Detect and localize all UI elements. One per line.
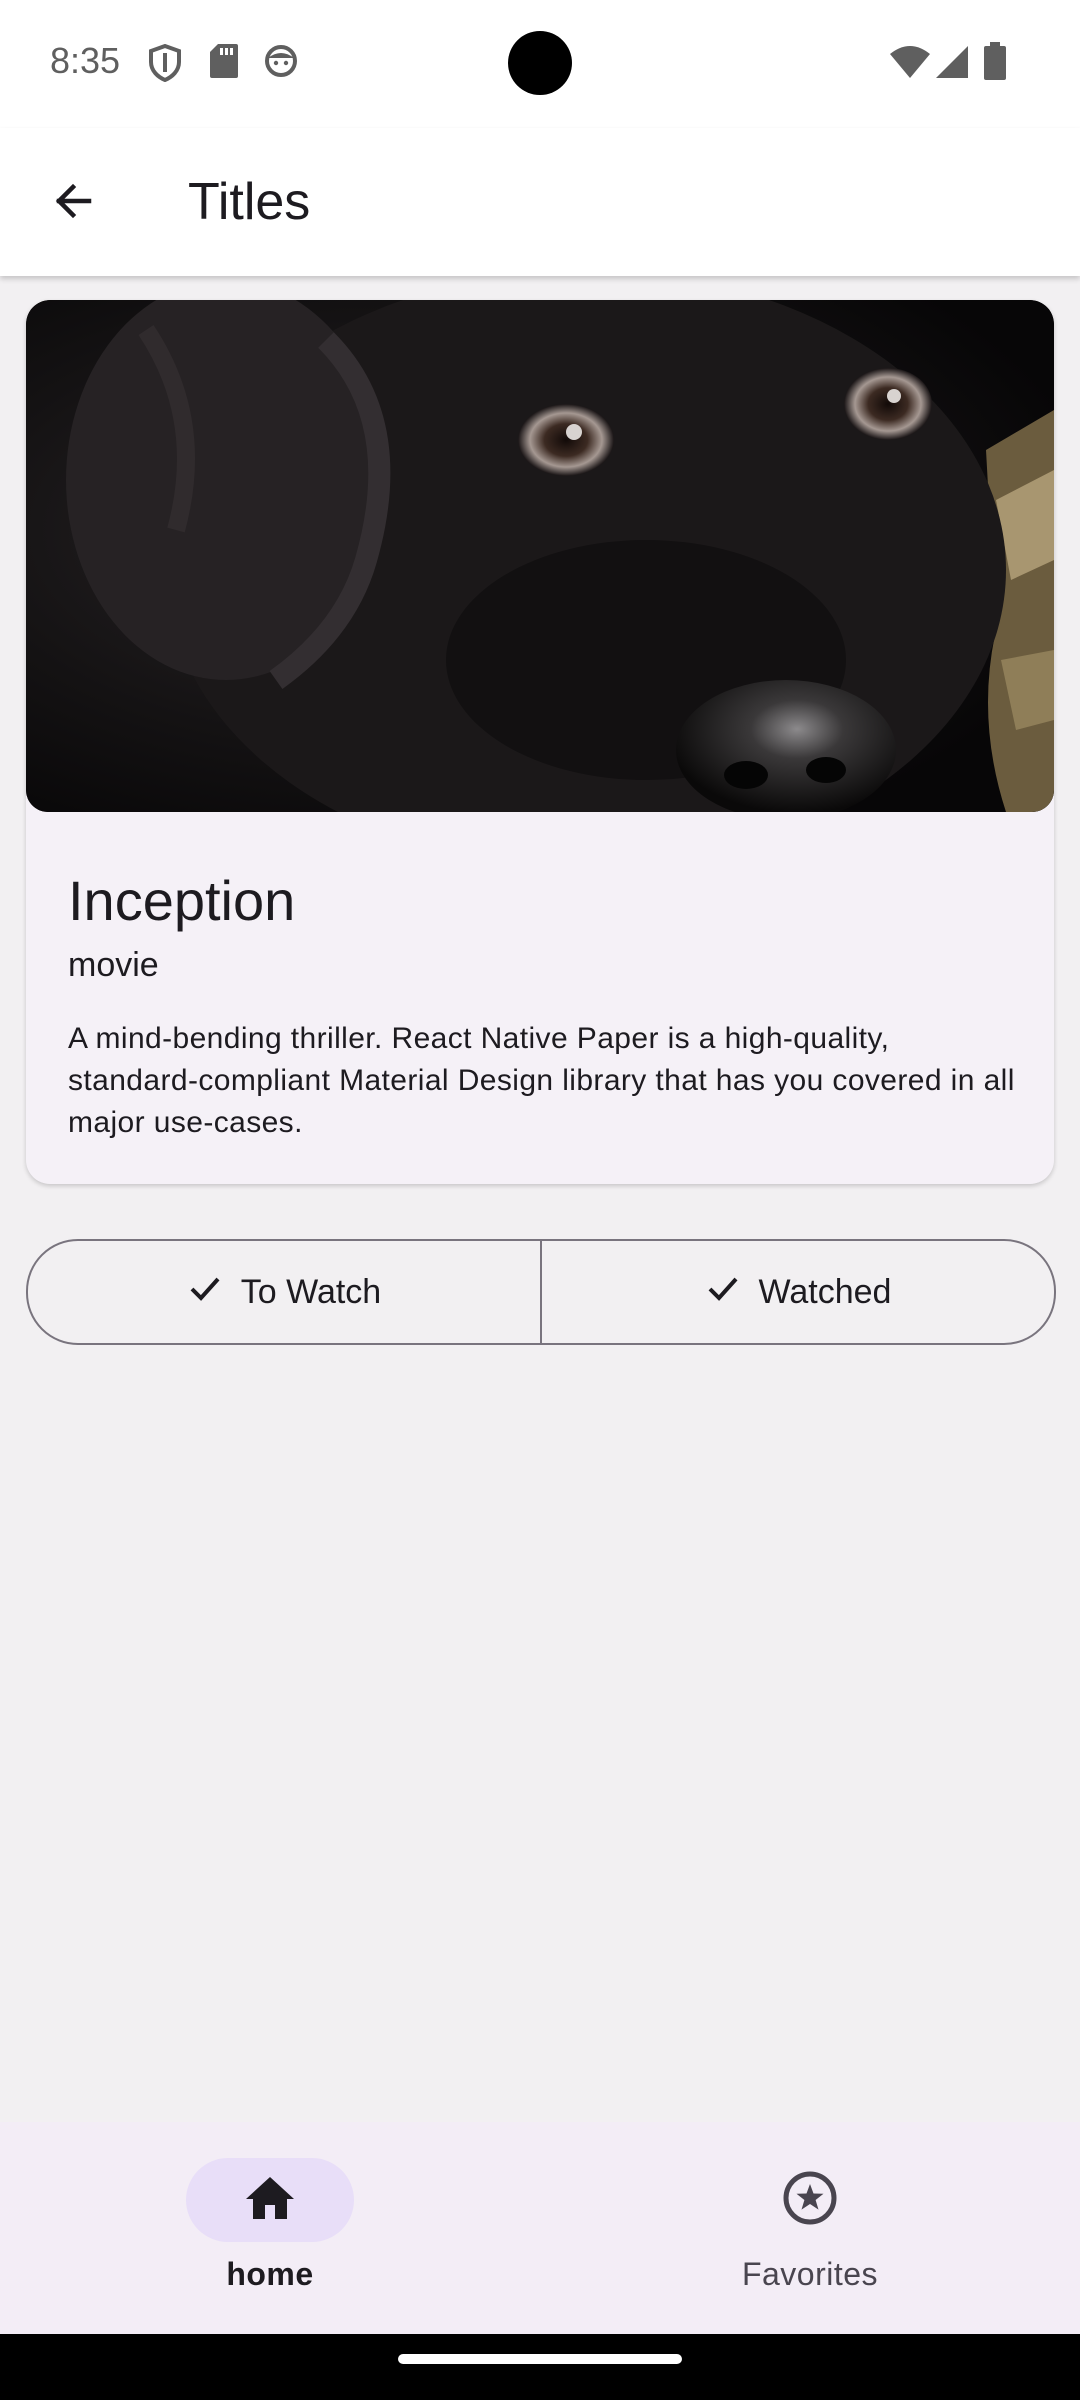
page-title: Titles [188, 173, 311, 231]
title-card[interactable]: Inception movie A mind-bending thriller.… [26, 300, 1054, 1184]
app-bar: Titles [0, 128, 1080, 276]
card-subtitle: movie [68, 946, 159, 984]
check-icon [705, 1270, 759, 1315]
card-title: Inception [68, 869, 296, 932]
wifi-icon [890, 46, 930, 83]
nav-active-indicator [186, 2158, 354, 2242]
nav-item-favorites[interactable]: Favorites [680, 2158, 940, 2308]
check-icon [187, 1270, 241, 1315]
arrow-back-icon [49, 177, 97, 230]
gesture-handle[interactable] [398, 2354, 682, 2364]
watched-button[interactable]: Watched [540, 1241, 1054, 1343]
bottom-navigation: home Favorites [0, 2122, 1080, 2334]
back-button[interactable] [28, 158, 118, 248]
cell-signal-icon [936, 46, 968, 83]
sd-card-icon [210, 44, 238, 83]
nav-label-favorites: Favorites [741, 2256, 879, 2292]
nav-item-home[interactable]: home [140, 2158, 400, 2308]
card-cover-image [26, 300, 1054, 812]
black-dog-photo [26, 300, 1054, 812]
watch-status-segmented-buttons: To Watch Watched [26, 1239, 1056, 1345]
battery-icon [984, 42, 1006, 85]
status-time: 8:35 [50, 40, 121, 81]
status-bar: 8:35 [0, 0, 1080, 128]
nav-icon-container [726, 2158, 894, 2242]
star-circle-icon [782, 2170, 838, 2231]
to-watch-label: To Watch [240, 1272, 382, 1311]
gesture-navigation-area [0, 2334, 1080, 2400]
face-icon [264, 44, 298, 83]
to-watch-button[interactable]: To Watch [28, 1241, 540, 1343]
shield-icon [148, 43, 182, 87]
nav-label-home: home [226, 2256, 314, 2292]
watched-label: Watched [758, 1272, 892, 1311]
home-icon [244, 2175, 296, 2226]
camera-cutout [508, 31, 572, 95]
card-description: A mind-bending thriller. React Native Pa… [68, 1022, 1015, 1139]
